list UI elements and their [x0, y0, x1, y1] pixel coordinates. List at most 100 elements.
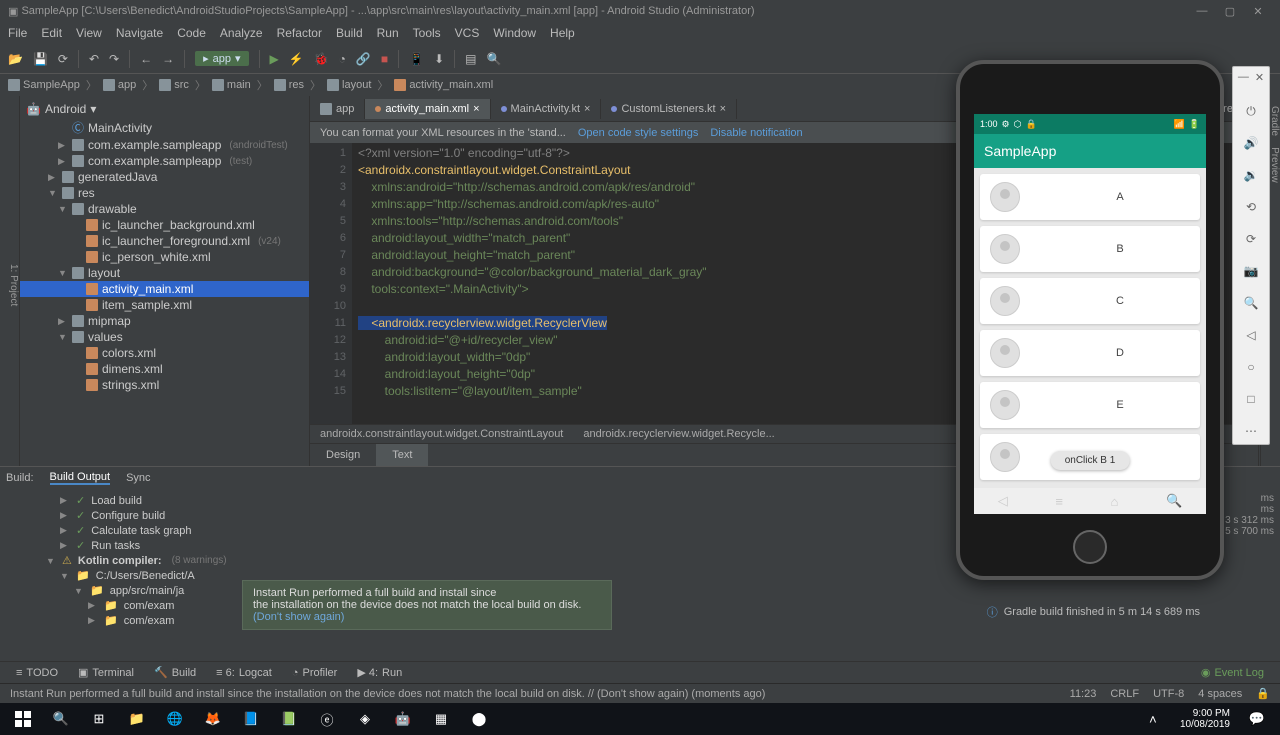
search-icon[interactable]: 🔍	[486, 52, 501, 66]
chrome-icon[interactable]: 🌐	[158, 706, 192, 732]
menu-code[interactable]: Code	[177, 26, 206, 40]
obs-icon[interactable]: ⬤	[462, 706, 496, 732]
tree-file[interactable]: dimens.xml	[20, 361, 309, 377]
left-tool-rail[interactable]: 1: Project	[0, 96, 20, 466]
search-icon[interactable]: 🔍	[44, 706, 78, 732]
minimize-button[interactable]: —	[1188, 5, 1216, 17]
emulator-screen[interactable]: 1:00 ⚙ ⬡ 🔒 📶🔋 SampleApp A B C D E F onCl…	[974, 114, 1206, 514]
power-icon[interactable]: ⏻	[1242, 102, 1260, 120]
save-icon[interactable]: 💾	[33, 52, 48, 66]
avd-icon[interactable]: 📱	[409, 52, 424, 66]
rotate-left-icon[interactable]: ⟲	[1242, 198, 1260, 216]
apply-changes-icon[interactable]: ⚡	[289, 52, 304, 66]
search-icon[interactable]: 🔍	[1166, 493, 1182, 509]
menu-window[interactable]: Window	[493, 26, 536, 40]
firefox-icon[interactable]: 🦊	[196, 706, 230, 732]
run-tool[interactable]: ▶ 4: Run	[349, 666, 410, 679]
event-log-tool[interactable]: ◉ Event Log	[1193, 666, 1272, 679]
stop-icon[interactable]: ■	[381, 52, 388, 66]
run-config-selector[interactable]: ▸ app ▾	[195, 51, 248, 66]
menu-view[interactable]: View	[76, 26, 102, 40]
undo-icon[interactable]: ↶	[89, 52, 99, 66]
tree-file[interactable]: strings.xml	[20, 377, 309, 393]
todo-tool[interactable]: ≡ TODO	[8, 667, 66, 679]
tree-drawable[interactable]: ▼ drawable	[20, 201, 309, 217]
start-button[interactable]	[6, 706, 40, 732]
project-view-selector[interactable]: 🤖 Android ▾	[20, 100, 309, 118]
tree-values[interactable]: ▼ values	[20, 329, 309, 345]
crumb-layout[interactable]: layout	[327, 79, 371, 91]
menu-icon[interactable]: ≡	[1055, 494, 1063, 509]
android-studio-icon[interactable]: 🤖	[386, 706, 420, 732]
refresh-icon[interactable]: ⟳	[58, 52, 68, 66]
home-icon[interactable]: ⌂	[1111, 494, 1119, 509]
tab-mainactivity[interactable]: MainActivity.kt ×	[491, 99, 602, 119]
dropbox-icon[interactable]: ◈	[348, 706, 382, 732]
overview-icon[interactable]: □	[1242, 390, 1260, 408]
tab-app[interactable]: app	[310, 99, 365, 119]
tree-file[interactable]: item_sample.xml	[20, 297, 309, 313]
tree-pkg-androidtest[interactable]: ▶ com.example.sampleapp(androidTest)	[20, 137, 309, 153]
crumb-app[interactable]: app	[103, 79, 136, 91]
indent[interactable]: 4 spaces	[1198, 688, 1242, 700]
tree-file[interactable]: ic_launcher_foreground.xml(v24)	[20, 233, 309, 249]
tree-mipmap[interactable]: ▶ mipmap	[20, 313, 309, 329]
edge-icon[interactable]: ⓔ	[310, 706, 344, 732]
tray-up-icon[interactable]: ˄	[1136, 706, 1170, 732]
tree-pkg-test[interactable]: ▶ com.example.sampleapp(test)	[20, 153, 309, 169]
menu-edit[interactable]: Edit	[41, 26, 62, 40]
sdk-icon[interactable]: ⬇	[434, 52, 444, 66]
build-tree[interactable]: ▶✓ Load build ▶✓ Configure build ▶✓ Calc…	[20, 489, 940, 661]
attach-icon[interactable]: 🔗	[356, 52, 371, 66]
crumb-res[interactable]: res	[274, 79, 304, 91]
close-button[interactable]: ✕	[1244, 5, 1272, 18]
text-tab[interactable]: Text	[376, 444, 428, 466]
device-home-button[interactable]	[1073, 530, 1107, 564]
menu-file[interactable]: File	[8, 26, 27, 40]
encoding[interactable]: UTF-8	[1153, 688, 1184, 700]
tree-res[interactable]: ▼ res	[20, 185, 309, 201]
design-tab[interactable]: Design	[310, 444, 376, 466]
tree-mainactivity[interactable]: Ⓒ MainActivity	[20, 118, 309, 137]
word-icon[interactable]: 📘	[234, 706, 268, 732]
tree-layout[interactable]: ▼ layout	[20, 265, 309, 281]
run-icon[interactable]: ▶	[270, 52, 279, 66]
tab-customlisteners[interactable]: CustomListeners.kt ×	[601, 99, 737, 119]
tree-file[interactable]: ic_person_white.xml	[20, 249, 309, 265]
crumb-recycler[interactable]: androidx.recyclerview.widget.Recycle...	[583, 428, 774, 440]
back-icon[interactable]: ◁	[998, 493, 1008, 509]
crumb-constraint[interactable]: androidx.constraintlayout.widget.Constra…	[320, 428, 563, 440]
menu-tools[interactable]: Tools	[413, 26, 441, 40]
menu-build[interactable]: Build	[336, 26, 363, 40]
task-view-icon[interactable]: ⊞	[82, 706, 116, 732]
build-tool[interactable]: 🔨 Build	[146, 666, 204, 679]
menu-run[interactable]: Run	[377, 26, 399, 40]
rotate-right-icon[interactable]: ⟳	[1242, 230, 1260, 248]
tree-file[interactable]: ic_launcher_background.xml	[20, 217, 309, 233]
open-code-style-link[interactable]: Open code style settings	[578, 127, 698, 139]
list-item[interactable]: A	[980, 174, 1200, 220]
tree-file[interactable]: colors.xml	[20, 345, 309, 361]
logcat-tool[interactable]: ≡ 6: Logcat	[208, 667, 280, 679]
menu-vcs[interactable]: VCS	[455, 26, 480, 40]
back-icon[interactable]: ←	[140, 52, 152, 66]
list-item[interactable]: E	[980, 382, 1200, 428]
disable-notification-link[interactable]: Disable notification	[710, 127, 802, 139]
tab-activity-main[interactable]: activity_main.xml ×	[365, 99, 490, 119]
explorer-icon[interactable]: 📁	[120, 706, 154, 732]
tree-file-active[interactable]: activity_main.xml	[20, 281, 309, 297]
zoom-icon[interactable]: 🔍	[1242, 294, 1260, 312]
debug-icon[interactable]: 🐞	[314, 52, 329, 66]
open-icon[interactable]: 📂	[8, 52, 23, 66]
recycler-list[interactable]: A B C D E F onClick B 1	[974, 168, 1206, 488]
tree-generated[interactable]: ▶ generatedJava	[20, 169, 309, 185]
close-icon[interactable]: ✕	[1255, 71, 1264, 84]
more-icon[interactable]: ⋯	[1242, 422, 1260, 440]
crumb-file[interactable]: activity_main.xml	[394, 79, 493, 91]
line-sep[interactable]: CRLF	[1110, 688, 1139, 700]
menu-help[interactable]: Help	[550, 26, 575, 40]
notifications-icon[interactable]: 💬	[1240, 706, 1274, 732]
menu-analyze[interactable]: Analyze	[220, 26, 263, 40]
app-icon[interactable]: ▦	[424, 706, 458, 732]
profiler-tool[interactable]: ◔ Profiler	[284, 667, 346, 679]
